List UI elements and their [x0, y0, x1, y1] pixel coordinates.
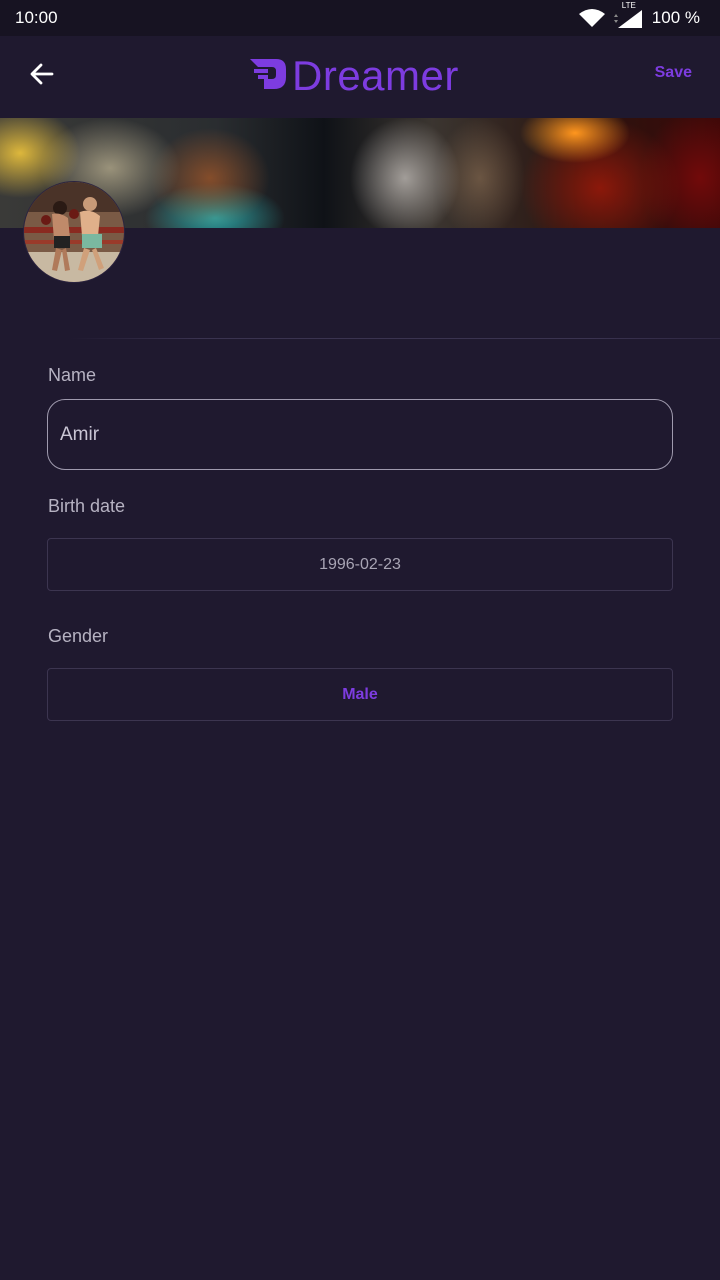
gender-selector[interactable]: Male	[47, 668, 673, 721]
boxers-photo-icon	[24, 182, 124, 282]
birth-date-value: 1996-02-23	[319, 555, 401, 573]
logo-text: Dreamer	[292, 52, 459, 99]
app-bar: Dreamer Save	[0, 36, 720, 118]
save-button[interactable]: Save	[655, 64, 692, 82]
name-label: Name	[48, 365, 97, 385]
wifi-icon	[578, 8, 606, 28]
status-icons: LTE 100 %	[578, 1, 700, 29]
section-divider	[70, 338, 720, 339]
back-button[interactable]	[24, 58, 60, 94]
gender-value: Male	[342, 685, 378, 703]
battery-text: 100 %	[651, 8, 700, 27]
network-type: LTE	[621, 1, 636, 10]
name-input[interactable]	[47, 399, 673, 470]
status-time: 10:00	[15, 8, 58, 27]
birth-date-picker[interactable]: 1996-02-23	[47, 538, 673, 591]
avatar[interactable]	[23, 181, 125, 283]
signal-icon: LTE	[613, 1, 644, 29]
arrow-left-icon	[28, 60, 56, 93]
birth-date-label: Birth date	[48, 496, 126, 516]
logo-mark-icon	[248, 57, 288, 96]
gender-label: Gender	[48, 626, 109, 646]
status-bar: 10:00 LTE 100 %	[0, 0, 720, 36]
app-logo: Dreamer	[248, 54, 459, 98]
